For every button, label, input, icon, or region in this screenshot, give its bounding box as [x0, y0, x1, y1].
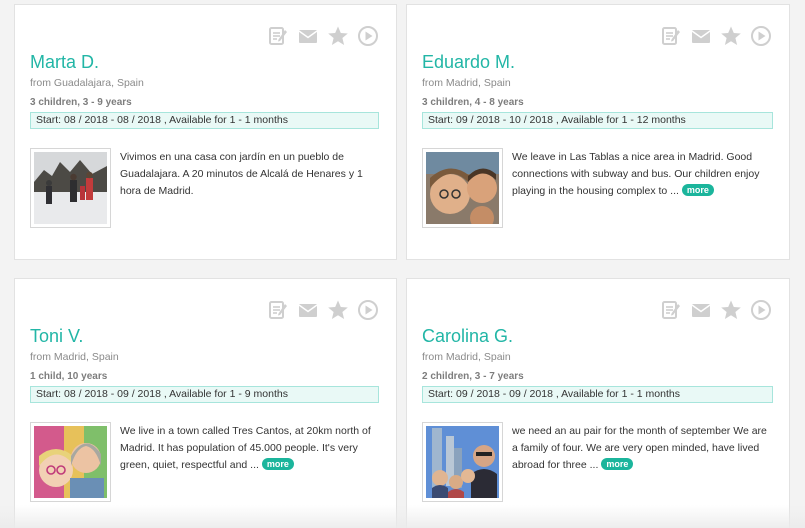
profile-children: 2 children, 3 - 7 years — [422, 371, 524, 382]
note-icon[interactable] — [660, 25, 682, 47]
play-icon[interactable] — [750, 25, 772, 47]
star-icon[interactable] — [327, 299, 349, 321]
profile-description: we need an au pair for the month of sept… — [512, 423, 774, 474]
family-photo-icon — [426, 152, 499, 224]
profile-location: from Madrid, Spain — [422, 351, 511, 363]
note-icon[interactable] — [660, 299, 682, 321]
mail-icon[interactable] — [297, 25, 319, 47]
profile-children: 3 children, 3 - 9 years — [30, 97, 132, 108]
description-text: We leave in Las Tablas a nice area in Ma… — [512, 151, 760, 197]
availability-badge: Start: 09 / 2018 - 10 / 2018 , Available… — [422, 112, 773, 129]
star-icon[interactable] — [327, 25, 349, 47]
profile-name[interactable]: Eduardo M. — [422, 52, 515, 73]
description-text: we need an au pair for the month of sept… — [512, 425, 767, 471]
profile-description: We live in a town called Tres Cantos, at… — [120, 423, 378, 474]
profile-photo[interactable] — [30, 422, 111, 502]
play-icon[interactable] — [357, 25, 379, 47]
profile-location: from Guadalajara, Spain — [30, 77, 144, 89]
availability-badge: Start: 08 / 2018 - 09 / 2018 , Available… — [30, 386, 379, 403]
more-button[interactable]: more — [681, 184, 714, 196]
profile-name[interactable]: Marta D. — [30, 52, 99, 73]
family-photo-icon — [426, 426, 499, 498]
mail-icon[interactable] — [297, 299, 319, 321]
description-text: Vivimos en una casa con jardín en un pue… — [120, 151, 363, 197]
card-actions — [660, 25, 772, 47]
profile-location: from Madrid, Spain — [30, 351, 119, 363]
card-actions — [267, 25, 379, 47]
profile-name[interactable]: Carolina G. — [422, 326, 513, 347]
description-text: We live in a town called Tres Cantos, at… — [120, 425, 371, 471]
more-button[interactable]: more — [261, 458, 294, 470]
play-icon[interactable] — [750, 299, 772, 321]
profile-children: 1 child, 10 years — [30, 371, 108, 382]
play-icon[interactable] — [357, 299, 379, 321]
more-button[interactable]: more — [601, 458, 634, 470]
profile-location: from Madrid, Spain — [422, 77, 511, 89]
card-actions — [267, 299, 379, 321]
profile-card: Marta D. from Guadalajara, Spain 3 child… — [14, 4, 397, 260]
star-icon[interactable] — [720, 299, 742, 321]
profile-description: Vivimos en una casa con jardín en un pue… — [120, 149, 378, 200]
card-actions — [660, 299, 772, 321]
profile-name[interactable]: Toni V. — [30, 326, 83, 347]
mail-icon[interactable] — [690, 25, 712, 47]
profile-photo[interactable] — [422, 148, 503, 228]
note-icon[interactable] — [267, 25, 289, 47]
note-icon[interactable] — [267, 299, 289, 321]
profile-grid: Marta D. from Guadalajara, Spain 3 child… — [0, 0, 805, 528]
profile-photo[interactable] — [30, 148, 111, 228]
family-photo-icon — [34, 152, 107, 224]
mail-icon[interactable] — [690, 299, 712, 321]
star-icon[interactable] — [720, 25, 742, 47]
profile-card: Eduardo M. from Madrid, Spain 3 children… — [406, 4, 790, 260]
profile-children: 3 children, 4 - 8 years — [422, 97, 524, 108]
family-photo-icon — [34, 426, 107, 498]
availability-badge: Start: 09 / 2018 - 09 / 2018 , Available… — [422, 386, 773, 403]
profile-photo[interactable] — [422, 422, 503, 502]
profile-card: Carolina G. from Madrid, Spain 2 childre… — [406, 278, 790, 528]
profile-description: We leave in Las Tablas a nice area in Ma… — [512, 149, 774, 200]
availability-badge: Start: 08 / 2018 - 08 / 2018 , Available… — [30, 112, 379, 129]
profile-card: Toni V. from Madrid, Spain 1 child, 10 y… — [14, 278, 397, 528]
